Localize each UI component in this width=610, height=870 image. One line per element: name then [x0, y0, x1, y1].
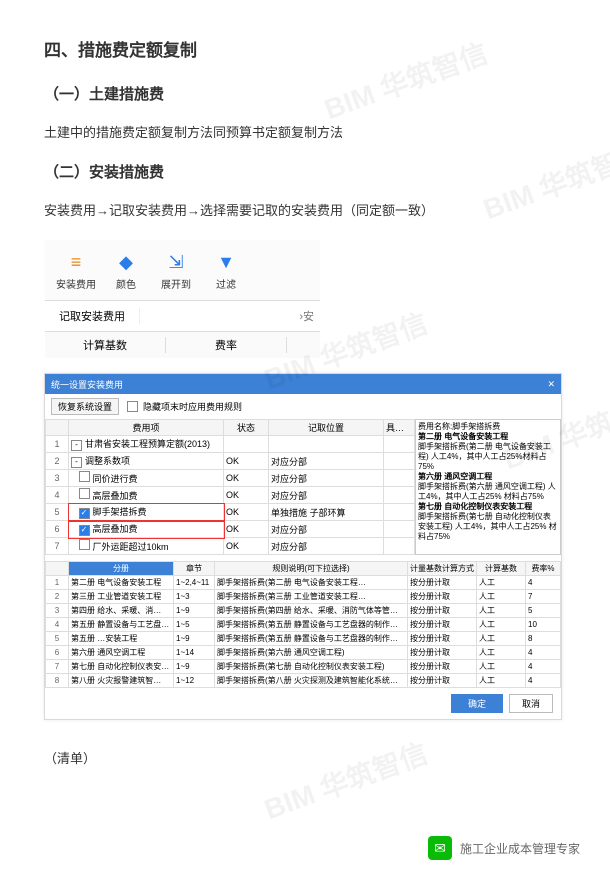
paragraph-1: 土建中的措施费定额复制方法同预算书定额复制方法: [44, 122, 566, 141]
table-row[interactable]: 5 ✓脚手架搭拆费OK单独措施 子部环算: [46, 504, 415, 521]
toolbar-filter[interactable]: ▼ 过滤: [201, 250, 251, 291]
color-icon: ◆: [113, 250, 139, 276]
table-row[interactable]: 1第二册 电气设备安装工程1~2,4~11脚手架搭拆费(第二册 电气设备安装工程…: [46, 576, 561, 590]
table-row[interactable]: 1-甘肃省安装工程预算定额(2013): [46, 436, 415, 453]
checkbox-icon[interactable]: [79, 488, 90, 499]
col-rate: 费率%: [526, 562, 561, 576]
checkbox-label: 隐藏项末时应用费用规则: [143, 400, 242, 413]
col-location: 记取位置: [269, 420, 384, 436]
fee-tree-table: 费用项 状态 记取位置 具体说明 1-甘肃省安装工程预算定额(2013)2-调整…: [45, 419, 415, 555]
toolbar-label: 过滤: [216, 276, 236, 291]
toolbar-label: 颜色: [116, 276, 136, 291]
col-num: [46, 420, 69, 436]
tree-toggle-icon[interactable]: -: [71, 440, 82, 451]
expand-icon: ⇲: [163, 250, 189, 276]
checkbox-icon: [127, 401, 138, 412]
toolbar-install-cost[interactable]: ≡ 安装费用: [51, 250, 101, 291]
table-row[interactable]: 2-调整系数项OK对应分部: [46, 453, 415, 470]
col-fee-item: 费用项: [69, 420, 224, 436]
dialog-titlebar: 统一设置安装费用 ✕: [45, 374, 561, 394]
table-row[interactable]: 8第八册 火灾报警建筑智…1~12脚手架搭拆费(第八册 火灾探测及建筑智能化系统…: [46, 674, 561, 688]
table-row[interactable]: 6第六册 通风空调工程1~14脚手架搭拆费(第六册 通风空调工程)按分册计取人工…: [46, 646, 561, 660]
table-row[interactable]: 7 厂外运距超过10kmOK对应分部: [46, 538, 415, 555]
heading-main: 四、措施费定额复制: [44, 36, 566, 61]
col-calc-method: 计量基数计算方式: [408, 562, 477, 576]
toolbar-screenshot: ≡ 安装费用 ◆ 颜色 ⇲ 展开到 ▼ 过滤 记取安装费用 ›安 计算基数 费率: [44, 239, 321, 359]
toolbar-color[interactable]: ◆ 颜色: [101, 250, 151, 291]
checkbox-icon[interactable]: [79, 539, 90, 550]
close-icon[interactable]: ✕: [547, 379, 555, 390]
account-name: 施工企业成本管理专家: [460, 840, 580, 857]
cancel-button[interactable]: 取消: [509, 694, 553, 713]
wechat-icon: ✉: [428, 836, 452, 860]
table-row[interactable]: 7第七册 自动化控制仪表安装…1~9脚手架搭拆费(第七册 自动化控制仪表安装工程…: [46, 660, 561, 674]
side-b3: 第七册 自动化控制仪表安装工程: [418, 502, 532, 511]
tab-calc-basis[interactable]: 计算基数: [45, 337, 166, 353]
tree-toggle-icon[interactable]: -: [71, 457, 82, 468]
breadcrumb-label: ›安: [299, 308, 320, 324]
col-calc-basis: 计算基数: [477, 562, 526, 576]
table-row[interactable]: 2第三册 工业管道安装工程1~3脚手架搭拆费(第三册 工业管道安装工程…按分册计…: [46, 590, 561, 604]
heading-sub-b: （二）安装措施费: [44, 161, 566, 182]
checkbox-icon[interactable]: ✓: [79, 508, 90, 519]
toolbar-label: 安装费用: [56, 276, 96, 291]
menu-record-install-cost[interactable]: 记取安装费用: [45, 308, 140, 324]
col-volume: 分册: [69, 562, 174, 576]
funnel-icon: ▼: [213, 250, 239, 276]
bracket-note: （清单）: [44, 748, 566, 767]
ok-button[interactable]: 确定: [451, 694, 503, 713]
side-b1-text: 脚手架搭拆费(第二册 电气设备安装工程) 人工4%，其中人工占25%材料占75%: [418, 442, 558, 472]
restore-defaults-button[interactable]: 恢复系统设置: [51, 398, 119, 415]
side-b2: 第六册 通风空调工程: [418, 472, 492, 481]
col-status: 状态: [224, 420, 269, 436]
table-row[interactable]: 6 ✓高层叠加费OK对应分部: [46, 521, 415, 538]
detail-side-panel: 费用名称:脚手架搭拆费 第二册 电气设备安装工程 脚手架搭拆费(第二册 电气设备…: [415, 419, 561, 555]
table-row[interactable]: 5第五册 …安装工程1~9脚手架搭拆费(第五册 静置设备与工艺盘器的制作…按分册…: [46, 632, 561, 646]
side-b1: 第二册 电气设备安装工程: [418, 432, 508, 441]
col-desc: 具体说明: [384, 420, 415, 436]
side-b2-text: 脚手架搭拆费(第六册 通风空调工程) 人工4%，其中人工占25% 材料占75%: [418, 482, 558, 502]
wechat-account-bar: ✉ 施工企业成本管理专家: [428, 836, 580, 860]
detail-table: 分册 章节 规则说明(可下拉选择) 计量基数计算方式 计算基数 费率% 1第二册…: [45, 561, 561, 688]
tab-row: 计算基数 费率: [45, 331, 320, 358]
coins-icon: ≡: [63, 250, 89, 276]
toolbar-label: 展开到: [161, 276, 191, 291]
side-b3-text: 脚手架搭拆费(第七册 自动化控制仪表安装工程) 人工4%，其中人工占25% 材料…: [418, 512, 558, 542]
table-row[interactable]: 3 同价进行费OK对应分部: [46, 470, 415, 487]
table-header-row: 分册 章节 规则说明(可下拉选择) 计量基数计算方式 计算基数 费率%: [46, 562, 561, 576]
col-num: [46, 562, 69, 576]
checkbox-icon[interactable]: ✓: [79, 525, 90, 536]
dropdown-row: 记取安装费用 ›安: [45, 301, 320, 331]
paragraph-2: 安装费用→记取安装费用→选择需要记取的安装费用（同定额一致）: [44, 200, 566, 219]
toolbar-expand[interactable]: ⇲ 展开到: [151, 250, 201, 291]
col-chapter: 章节: [174, 562, 215, 576]
dialog-install-cost-settings: 统一设置安装费用 ✕ 恢复系统设置 隐藏项末时应用费用规则 费用项 状态 记取位…: [44, 373, 562, 720]
col-rule-desc: 规则说明(可下拉选择): [215, 562, 408, 576]
toolbar-row: ≡ 安装费用 ◆ 颜色 ⇲ 展开到 ▼ 过滤: [45, 240, 320, 301]
checkbox-icon[interactable]: [79, 471, 90, 482]
table-row[interactable]: 4 高层叠加费OK对应分部: [46, 487, 415, 504]
table-row[interactable]: 3第四册 给水、采暖、消…1~9脚手架搭拆费(第四册 给水、采暖、消防气体等管道…: [46, 604, 561, 618]
side-title: 费用名称:脚手架搭拆费: [418, 422, 558, 432]
table-header-row: 费用项 状态 记取位置 具体说明: [46, 420, 415, 436]
tab-rate[interactable]: 费率: [166, 337, 287, 353]
dialog-title: 统一设置安装费用: [51, 378, 123, 391]
table-row[interactable]: 4第五册 静置设备与工艺盘…1~5脚手架搭拆费(第五册 静置设备与工艺盘器的制作…: [46, 618, 561, 632]
hide-unused-checkbox[interactable]: 隐藏项末时应用费用规则: [127, 400, 242, 413]
heading-sub-a: （一）土建措施费: [44, 83, 566, 104]
watermark: BIM 华筑智信: [258, 732, 432, 828]
